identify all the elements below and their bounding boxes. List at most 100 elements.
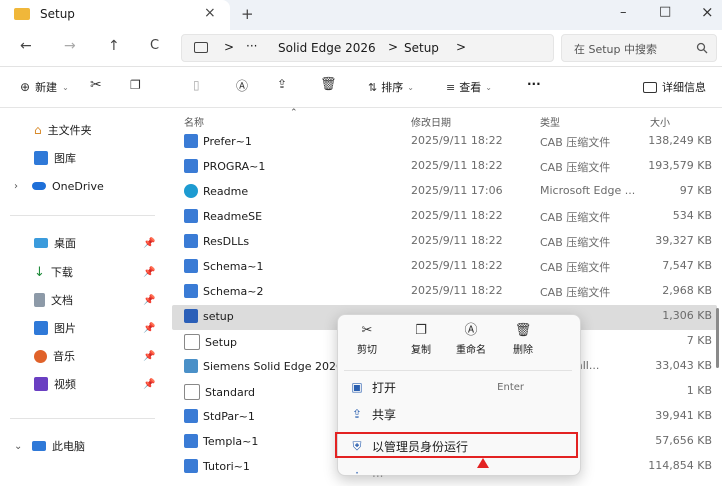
up-button[interactable]: ↑ (108, 38, 120, 54)
file-name-cell: PROGRA~1 (184, 159, 265, 173)
sidebar-item-home[interactable]: ⌂ 主文件夹 (34, 120, 92, 140)
document-icon (34, 293, 45, 307)
breadcrumb-more[interactable]: ··· (246, 39, 257, 53)
column-header-name[interactable]: 名称 (184, 114, 204, 129)
menu-item-next[interactable]: · ... (342, 460, 574, 486)
file-name: ResDLLs (203, 234, 250, 248)
cab-icon (184, 134, 198, 148)
table-row[interactable]: ReadmeSE 2025/9/11 18:22 CAB 压缩文件 534 KB (172, 205, 717, 230)
column-header-date[interactable]: 修改日期 (411, 114, 451, 129)
details-pane-button[interactable]: 详细信息 (643, 79, 706, 95)
file-name-cell: setup (184, 309, 234, 323)
menu-item-open[interactable]: ▣ 打开 Enter (342, 374, 574, 400)
table-row[interactable]: ResDLLs 2025/9/11 18:22 CAB 压缩文件 39,327 KB (172, 230, 717, 255)
file-name: Templa~1 (203, 434, 259, 448)
copy-icon[interactable]: ❐ (130, 78, 141, 92)
back-button[interactable]: ← (20, 38, 32, 54)
file-name: Readme (203, 184, 249, 198)
file-type: Microsoft Edge ... (540, 184, 636, 197)
address-bar[interactable]: > ··· Solid Edge 2026 > Setup > (181, 34, 554, 62)
scrollbar[interactable] (716, 308, 719, 368)
menu-item-label: 打开 (372, 380, 397, 395)
share-icon: ⇪ (351, 407, 363, 421)
new-button[interactable]: ⊕ 新建 ⌄ (20, 79, 69, 95)
minimize-button[interactable]: – (620, 5, 627, 20)
chevron-right-icon[interactable]: › (14, 181, 26, 192)
pin-icon[interactable]: 📌 (143, 379, 155, 390)
search-input[interactable]: 在 Setup 中搜索 (574, 41, 657, 57)
pin-icon[interactable]: 📌 (143, 351, 155, 362)
table-row[interactable]: PROGRA~1 2025/9/11 18:22 CAB 压缩文件 193,579 K… (172, 155, 717, 180)
sidebar-item-videos[interactable]: 视频 (34, 374, 76, 394)
sidebar-item-pictures[interactable]: 图片 (34, 318, 76, 338)
cloud-icon (32, 182, 46, 190)
view-button[interactable]: ≡ 查看 ⌄ (446, 79, 492, 95)
folder-icon (14, 8, 30, 20)
table-row[interactable]: Prefer~1 2025/9/11 18:22 CAB 压缩文件 138,249 K… (172, 130, 717, 155)
file-size: 57,656 KB (655, 434, 712, 447)
more-options-button[interactable]: ··· (527, 77, 541, 91)
close-button[interactable]: × (701, 3, 714, 21)
file-type: CAB 压缩文件 (540, 261, 611, 274)
menu-separator (344, 370, 572, 371)
delete-button[interactable]: 🗑 删除 (502, 321, 544, 363)
tab-setup[interactable]: Setup × (0, 0, 230, 30)
cut-button[interactable]: ✂ 剪切 (346, 321, 388, 363)
search-box[interactable]: 在 Setup 中搜索 (561, 34, 717, 62)
breadcrumb-sep-2: > (388, 40, 399, 54)
home-icon: ⌂ (34, 123, 42, 137)
file-type: CAB 压缩文件 (540, 286, 611, 299)
sidebar-item-label: 文档 (51, 294, 73, 307)
cut-icon[interactable]: ✂ (90, 77, 102, 93)
share-icon[interactable]: ⇪ (277, 77, 287, 91)
download-icon: ↓ (34, 264, 45, 280)
sidebar-item-music[interactable]: 音乐 (34, 346, 75, 366)
file-type: CAB 压缩文件 (540, 136, 611, 149)
forward-button[interactable]: → (64, 38, 76, 54)
details-icon (643, 81, 657, 93)
pin-icon[interactable]: 📌 (143, 295, 155, 306)
file-name: PROGRA~1 (203, 159, 266, 173)
file-date: 2025/9/11 18:22 (411, 134, 503, 147)
paste-icon[interactable]: ▯ (193, 78, 200, 92)
menu-item-share[interactable]: ⇪ 共享 (342, 401, 574, 427)
sidebar-item-label: OneDrive (52, 179, 104, 193)
refresh-button[interactable]: C (150, 38, 159, 53)
rename-button[interactable]: Ⓐ 重命名 (450, 321, 492, 363)
file-name: Setup (205, 335, 238, 349)
sort-button[interactable]: ⇅ 排序 ⌄ (368, 79, 414, 95)
cab-icon (184, 259, 198, 273)
delete-label: 删除 (513, 345, 533, 356)
delete-icon: 🗑 (514, 323, 532, 338)
cab-icon (184, 209, 198, 223)
sidebar-item-documents[interactable]: 文档 (34, 290, 73, 310)
cab-icon (184, 459, 198, 473)
sidebar-item-this-pc[interactable]: ⌄ 此电脑 (14, 436, 85, 456)
pin-icon[interactable]: 📌 (143, 323, 155, 334)
sidebar-item-desktop[interactable]: 桌面 (34, 233, 76, 253)
maximize-button[interactable]: □ (659, 4, 671, 19)
copy-button[interactable]: ❐ 复制 (400, 321, 442, 363)
file-name-cell: Tutori~1 (184, 459, 250, 473)
table-row[interactable]: Readme 2025/9/11 17:06 Microsoft Edge ... 9… (172, 180, 717, 205)
sidebar-item-onedrive[interactable]: › OneDrive (14, 176, 104, 196)
tab-close-button[interactable]: × (204, 5, 216, 21)
column-header-size[interactable]: 大小 (650, 114, 670, 129)
music-icon (34, 349, 47, 363)
table-row[interactable]: Schema~1 2025/9/11 18:22 CAB 压缩文件 7,547 KB (172, 255, 717, 280)
sidebar-item-gallery[interactable]: 图库 (34, 148, 76, 168)
sidebar-item-downloads[interactable]: ↓ 下载 (34, 262, 73, 282)
file-size: 114,854 KB (648, 459, 712, 472)
chevron-down-icon[interactable]: ⌄ (14, 441, 26, 452)
delete-icon[interactable]: 🗑 (320, 77, 337, 92)
file-name-cell: ReadmeSE (184, 209, 262, 223)
pin-icon[interactable]: 📌 (143, 238, 155, 249)
table-row[interactable]: Schema~2 2025/9/11 18:22 CAB 压缩文件 2,968 KB (172, 280, 717, 305)
pin-icon[interactable]: 📌 (143, 267, 155, 278)
breadcrumb-setup[interactable]: Setup (404, 41, 439, 55)
new-tab-button[interactable]: + (241, 5, 254, 23)
file-size: 7 KB (686, 334, 712, 347)
breadcrumb-solid-edge[interactable]: Solid Edge 2026 (278, 41, 376, 55)
rename-icon[interactable]: Ⓐ (236, 77, 248, 94)
column-header-type[interactable]: 类型 (540, 114, 560, 129)
